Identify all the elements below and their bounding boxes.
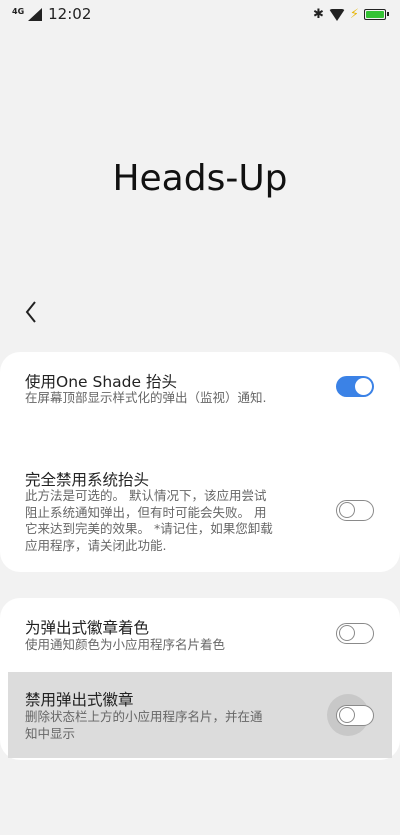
charging-signal-icon: ⚡ (349, 7, 359, 22)
toggle-knob (339, 502, 355, 518)
setting-row-use-one-shade[interactable]: 使用One Shade 抬头 在屏幕顶部显示样式化的弹出（监视）通知. (0, 352, 400, 462)
setting-row-disable-badge[interactable]: 禁用弹出式徽章 删除状态栏上方的小应用程序名片，并在通 知中显示 (0, 672, 400, 758)
setting-title: 完全禁用系统抬头 (25, 471, 150, 489)
settings-card-1: 使用One Shade 抬头 在屏幕顶部显示样式化的弹出（监视）通知. 完全禁用… (0, 352, 400, 572)
description-line: 它来达到完美的效果。 *请记住，如果您卸载 (25, 521, 273, 536)
battery-icon (364, 9, 389, 20)
status-bar-right: ✱ ⚡ (312, 7, 389, 22)
description-line: 删除状态栏上方的小应用程序名片，并在通 (25, 709, 263, 724)
toggle-knob (355, 378, 372, 395)
status-bar: 4G 12:02 ✱ ⚡ (0, 0, 400, 30)
description-line: 阻止系统通知弹出，但有时可能会失败。 用 (25, 504, 267, 520)
description-line: 知中显示 (25, 725, 76, 741)
page-title: Heads-Up (112, 158, 288, 199)
cell-signal-icon (28, 7, 43, 21)
setting-title: 使用One Shade 抬头 (25, 373, 177, 391)
setting-description: 此方法是可选的。 默认情况下，该应用尝试 阻止系统通知弹出，但有时可能会失败。 … (25, 488, 273, 554)
battery-level (366, 11, 384, 18)
description-line: 应用程序，请关闭此功能. (25, 537, 167, 553)
toggle-disable-system-heads-up[interactable] (336, 500, 374, 521)
setting-row-color-badge[interactable]: 为弹出式徽章着色 使用通知颜色为小应用程序名片着色 (0, 598, 400, 672)
description-line: 此方法是可选的。 默认情况下，该应用尝试 (25, 488, 267, 503)
setting-row-disable-system-heads-up[interactable]: 完全禁用系统抬头 此方法是可选的。 默认情况下，该应用尝试 阻止系统通知弹出，但… (0, 462, 400, 572)
toggle-use-one-shade[interactable] (336, 376, 374, 397)
setting-description: 在屏幕顶部显示样式化的弹出（监视）通知. (25, 390, 267, 405)
bluetooth-icon: ✱ (312, 7, 324, 22)
network-type: 4G (12, 7, 25, 16)
wifi-icon (328, 8, 345, 21)
chevron-left-icon (25, 301, 36, 323)
toggle-color-badge[interactable] (336, 623, 374, 644)
setting-title: 为弹出式徽章着色 (25, 619, 150, 637)
status-bar-left: 4G 12:02 (12, 5, 91, 23)
toggle-knob (339, 625, 355, 641)
setting-description: 使用通知颜色为小应用程序名片着色 (25, 637, 226, 652)
setting-description: 删除状态栏上方的小应用程序名片，并在通 知中显示 (25, 709, 263, 742)
setting-title: 禁用弹出式徽章 (25, 691, 134, 709)
toggle-disable-badge[interactable] (336, 705, 374, 726)
back-button[interactable] (20, 298, 42, 326)
toggle-knob (339, 707, 355, 723)
clock: 12:02 (48, 5, 92, 23)
